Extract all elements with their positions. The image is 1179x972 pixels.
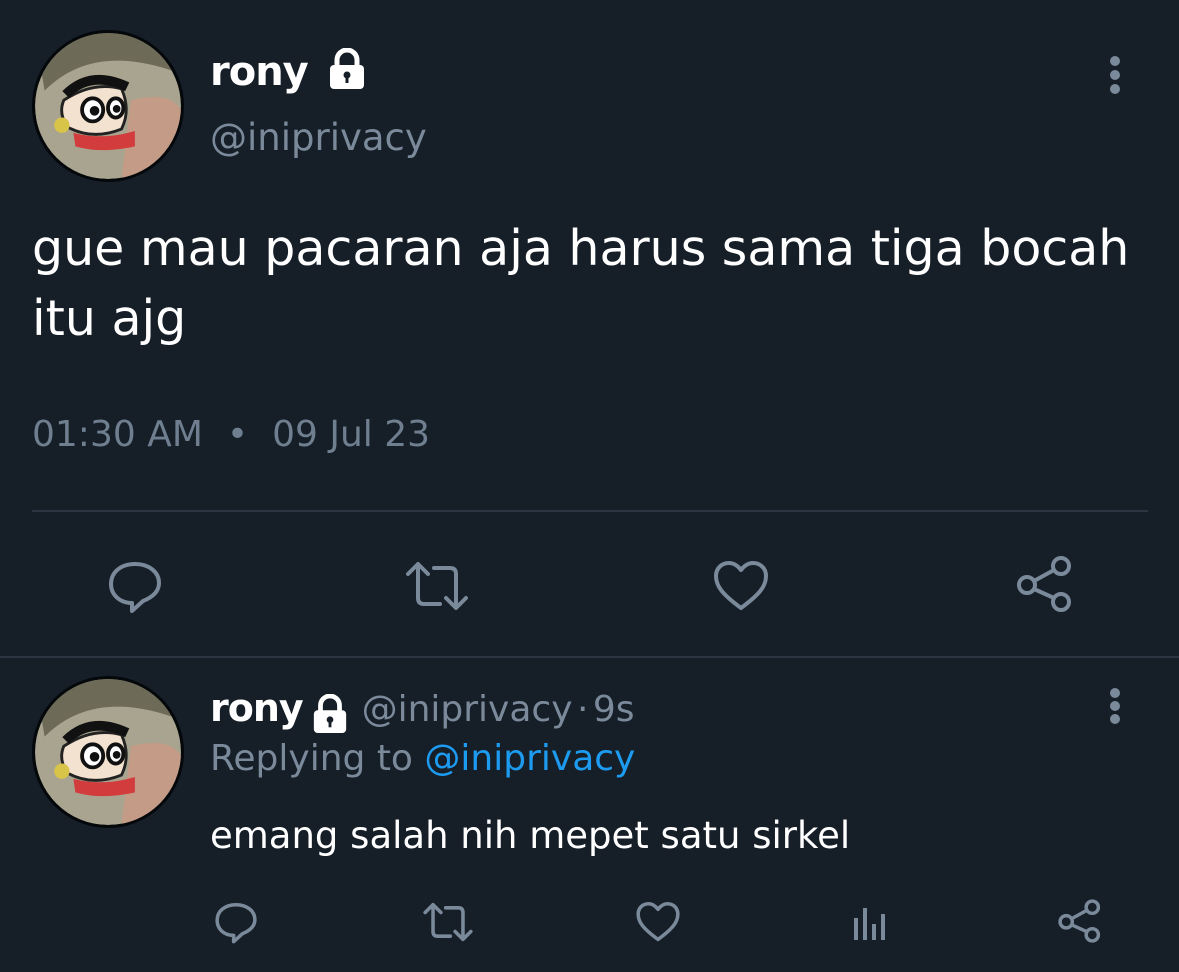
- retweet-icon: [423, 902, 473, 942]
- reply-author-name[interactable]: rony: [210, 686, 304, 730]
- more-vertical-icon[interactable]: [1110, 688, 1120, 724]
- reply-comment-button[interactable]: [206, 896, 266, 948]
- author-avatar[interactable]: [32, 30, 184, 182]
- heart-icon: [714, 561, 768, 610]
- share-button[interactable]: [1010, 552, 1080, 616]
- share-icon: [1017, 556, 1071, 612]
- reply-dot: ·: [576, 689, 589, 730]
- lock-icon: [327, 47, 367, 100]
- comment-icon: [215, 902, 257, 944]
- reply-text: emang salah nih mepet satu sirkel: [210, 814, 851, 857]
- replying-to-line: Replying to @iniprivacy: [210, 738, 635, 779]
- lock-icon: [311, 693, 349, 739]
- retweet-icon: [406, 562, 468, 610]
- like-button[interactable]: [706, 556, 776, 616]
- heart-icon: [636, 901, 680, 942]
- divider: [32, 510, 1148, 512]
- tweet-text: gue mau pacaran aja harus sama tiga boca…: [32, 220, 1130, 347]
- meta-separator: •: [226, 414, 249, 455]
- author-handle[interactable]: @iniprivacy: [210, 116, 427, 159]
- replying-mention[interactable]: @iniprivacy: [424, 738, 635, 779]
- tweet-date: 09 Jul 23: [272, 414, 431, 455]
- more-vertical-icon[interactable]: [1110, 56, 1120, 94]
- tweet-time: 01:30 AM: [32, 414, 203, 455]
- analytics-icon: [854, 908, 885, 940]
- reply-button[interactable]: [100, 556, 170, 616]
- reply-header: rony @iniprivacy · 9s: [210, 686, 635, 739]
- reply-analytics-button[interactable]: [840, 896, 900, 948]
- tweet-meta: 01:30 AM • 09 Jul 23: [32, 414, 430, 455]
- author-name[interactable]: rony: [210, 49, 309, 95]
- retweet-button[interactable]: [402, 556, 472, 616]
- reply-handle[interactable]: @iniprivacy: [362, 689, 573, 730]
- reply-share-button[interactable]: [1050, 894, 1110, 948]
- author-name-row: rony: [210, 47, 367, 100]
- reply-age: 9s: [592, 689, 635, 730]
- comment-icon: [109, 562, 161, 613]
- replying-prefix: Replying to: [210, 738, 413, 779]
- reply-avatar[interactable]: [32, 676, 184, 828]
- share-icon: [1058, 899, 1101, 943]
- reply-retweet-button[interactable]: [418, 896, 478, 948]
- reply-like-button[interactable]: [628, 896, 688, 948]
- section-divider: [0, 656, 1179, 658]
